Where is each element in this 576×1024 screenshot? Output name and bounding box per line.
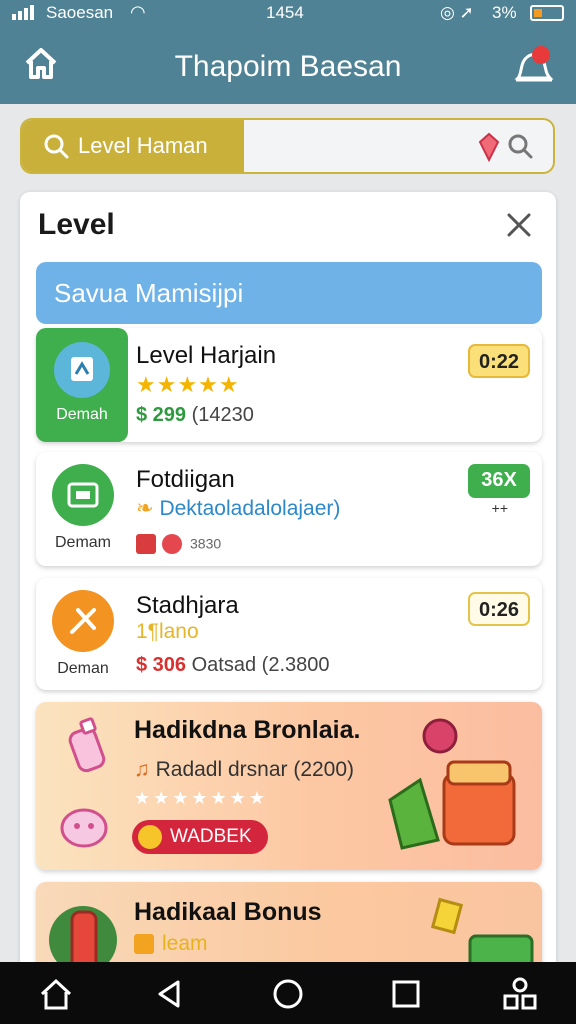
clock: 1454 bbox=[266, 3, 304, 22]
promo-button[interactable]: WADBEK bbox=[132, 820, 268, 854]
item-tag: Demah bbox=[56, 406, 108, 423]
system-nav-bar bbox=[0, 962, 576, 1024]
item-detail: Oatsad (2.3800 bbox=[191, 654, 330, 676]
item-tag: Demam bbox=[54, 534, 111, 551]
battery-icon bbox=[530, 5, 564, 21]
list-item[interactable]: Deman Stadhjara 1¶lano $ 306 Oatsad (2.3… bbox=[36, 578, 542, 690]
item-thumbnail: Demah bbox=[36, 328, 128, 442]
apps-icon[interactable] bbox=[502, 976, 538, 1012]
notification-dot bbox=[532, 46, 550, 64]
home-icon[interactable] bbox=[38, 976, 74, 1012]
list-item[interactable]: Demam Fotdiigan ❧ Dektaoladalolajaer) 38… bbox=[36, 452, 542, 566]
search-bar[interactable]: Level Haman bbox=[20, 118, 555, 174]
promo-stars: ★★★★★★★ bbox=[134, 788, 268, 808]
item-price-line: $ 306 Oatsad (2.3800 bbox=[136, 654, 330, 677]
item-count: (14230 bbox=[191, 404, 254, 426]
item-meta: 3830 bbox=[136, 532, 221, 555]
carrier-name: Saoesan bbox=[46, 3, 114, 22]
timer-badge: 0:22 bbox=[468, 344, 530, 378]
tag-icon bbox=[136, 533, 156, 554]
status-bar: Saoesan ◠ 1454 ◎ ➚ 3% bbox=[0, 0, 576, 28]
promo-title: Hadikaal Bonus bbox=[134, 898, 322, 926]
recents-icon[interactable] bbox=[388, 976, 424, 1012]
tools-icon bbox=[52, 590, 114, 652]
bottle-icon bbox=[68, 717, 106, 773]
item-subtitle: ❧ Dektaoladalolajaer) bbox=[136, 496, 340, 521]
promo-title: Hadikdna Bronlaia. bbox=[134, 716, 361, 744]
app-header: Saoesan ◠ 1454 ◎ ➚ 3% Thapoim Baesan bbox=[0, 0, 576, 104]
level-panel: Level Savua Mamisijpi Demah Level Harjai… bbox=[20, 192, 556, 982]
page-title: Thapoim Baesan bbox=[174, 50, 402, 83]
badge-mark: ++ bbox=[491, 500, 508, 516]
item-title: Stadhjara bbox=[136, 592, 239, 619]
section-header[interactable]: Savua Mamisijpi bbox=[36, 262, 542, 324]
item-price-line: $ 299 (14230 bbox=[136, 404, 254, 427]
item-subtitle-text: Dektaoladalolajaer) bbox=[159, 497, 341, 520]
magnifier-icon[interactable] bbox=[506, 132, 534, 160]
item-subtitle: 1¶lano bbox=[136, 620, 199, 643]
rating-stars: ★★★★★ bbox=[136, 372, 240, 397]
treasure-chest-icon bbox=[388, 718, 516, 850]
promo-subtitle-text: leam bbox=[162, 932, 208, 955]
search-icon bbox=[44, 134, 69, 159]
promo-subtitle: ♫ Radadl drsnar (2200) bbox=[134, 758, 354, 782]
timer-badge: 0:26 bbox=[468, 592, 530, 626]
search-filter-label: Level Haman bbox=[78, 133, 208, 158]
item-meta-text: 3830 bbox=[190, 535, 222, 552]
wifi-icon: ◠ bbox=[130, 2, 146, 22]
circle-home-icon[interactable] bbox=[270, 976, 306, 1012]
promo-card[interactable]: Hadikdna Bronlaia. ♫ Radadl drsnar (2200… bbox=[36, 702, 542, 870]
item-title: Level Harjain bbox=[136, 342, 277, 369]
coin-icon bbox=[138, 825, 162, 849]
character-icon bbox=[60, 808, 108, 848]
back-icon[interactable] bbox=[152, 976, 188, 1012]
item-price: $ 299 bbox=[136, 404, 187, 426]
battery-percent: 3% bbox=[492, 3, 517, 22]
ribbon-icon: ❧ bbox=[136, 497, 154, 520]
promo-subtitle-text: Radadl drsnar (2200) bbox=[155, 758, 355, 781]
list-item[interactable]: Demah Level Harjain ★★★★★ $ 299 (14230 0… bbox=[36, 328, 542, 442]
music-icon: ♫ bbox=[134, 758, 150, 781]
gift-icon bbox=[52, 464, 114, 526]
close-icon[interactable] bbox=[504, 210, 534, 240]
item-tag: Deman bbox=[57, 660, 109, 677]
item-price: $ 306 bbox=[136, 654, 187, 676]
signal-icon bbox=[12, 4, 34, 20]
item-title: Fotdiigan bbox=[136, 466, 235, 493]
panel-title: Level bbox=[38, 208, 115, 241]
search-filter-pill[interactable]: Level Haman bbox=[22, 120, 244, 172]
multiplier-badge: 36X bbox=[468, 464, 530, 498]
promo-subtitle: leam bbox=[134, 932, 208, 956]
record-icon bbox=[162, 533, 182, 554]
location-icon: ◎ ➚ bbox=[440, 3, 474, 22]
gem-icon[interactable] bbox=[476, 132, 502, 162]
game-icon bbox=[54, 342, 110, 398]
tag-icon bbox=[134, 934, 154, 955]
promo-button-label: WADBEK bbox=[170, 826, 252, 847]
